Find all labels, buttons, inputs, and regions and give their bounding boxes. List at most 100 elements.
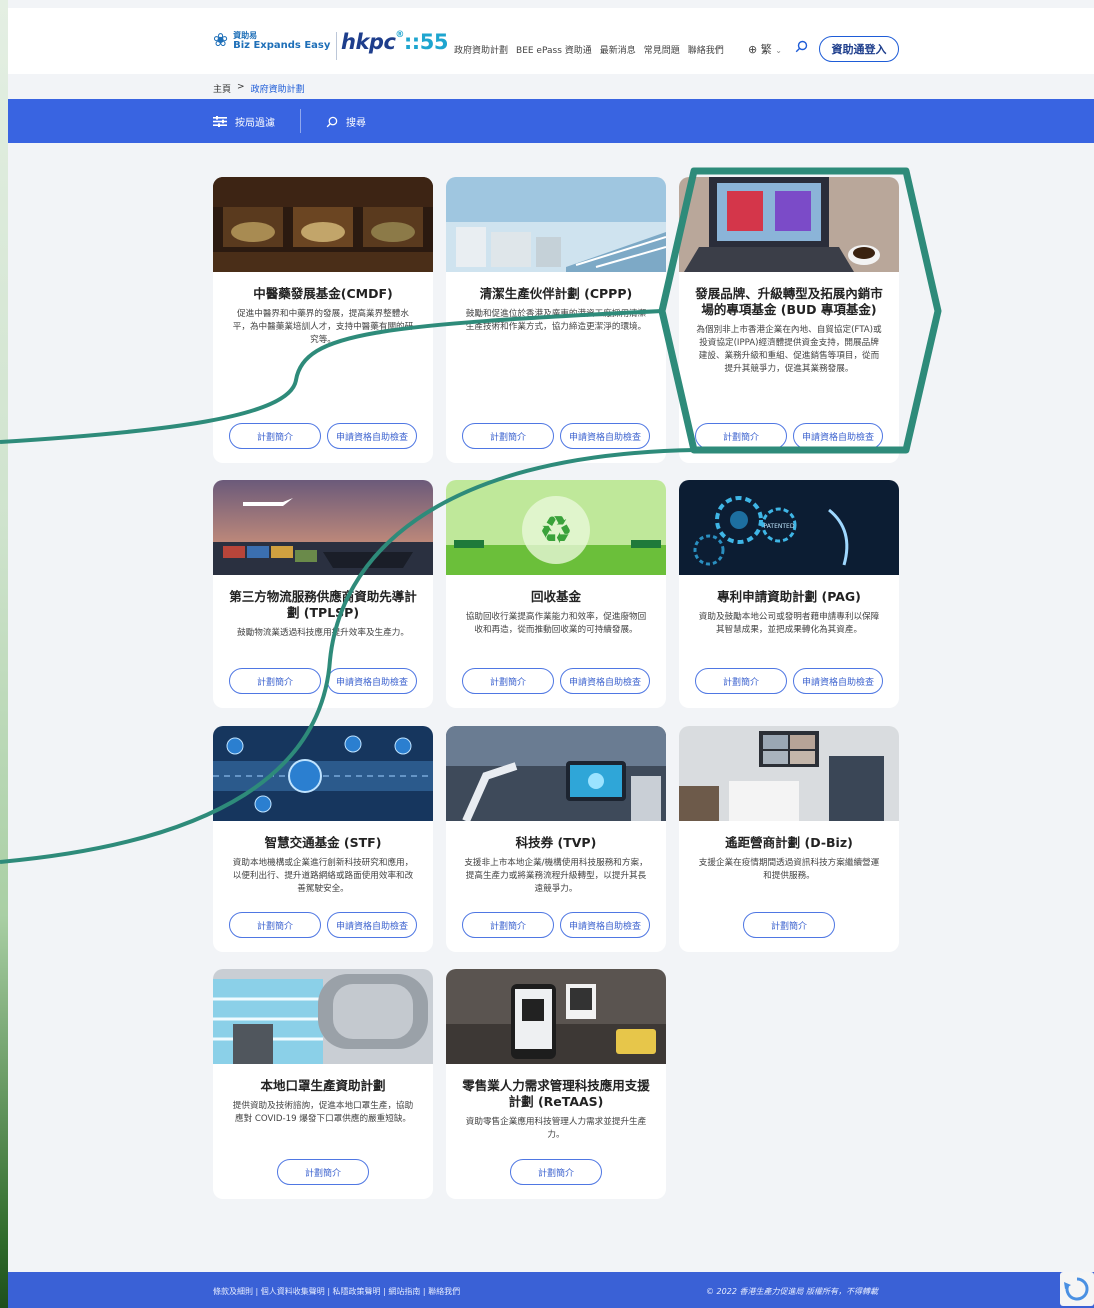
scheme-description: 支援非上市本地企業/機構使用科技服務和方案，提高生產力或將業務流程升級轉型，以提… <box>464 858 648 894</box>
breadcrumb-separator: > <box>237 82 245 92</box>
scheme-title: 中醫藥發展基金(CMDF) <box>253 286 393 301</box>
scheme-intro-button[interactable]: 計劃簡介 <box>510 1159 602 1185</box>
scheme-intro-button[interactable]: 計劃簡介 <box>462 912 554 938</box>
footer-copyright: © 2022 香港生產力促進局 版權所有，不得轉載 <box>706 1287 878 1296</box>
scheme-image-clean-factory <box>446 177 666 272</box>
recaptcha-badge[interactable] <box>1060 1272 1094 1306</box>
scheme-card-stf: 智慧交通基金 (STF) 資助本地機構或企業進行創新科技研究和應用，以便利出行、… <box>213 726 433 952</box>
nav-item-news[interactable]: 最新消息 <box>600 43 636 56</box>
breadcrumb-home[interactable]: 主頁 <box>213 82 231 95</box>
scheme-title: 遙距營商計劃 (D-Biz) <box>725 835 853 850</box>
scheme-card-bud: 發展品牌、升級轉型及拓展內銷市場的專項基金 (BUD 專項基金) 為個別非上市香… <box>679 177 899 463</box>
main-nav: 政府資助計劃 BEE ePass 資助通 最新消息 常見問題 聯絡我們 <box>454 43 724 56</box>
filter-label: 按局過濾 <box>235 118 275 129</box>
filter-bar: 按局過濾 搜尋 <box>8 99 1094 143</box>
globe-icon: ⊕ <box>748 43 758 56</box>
scheme-image-patent: PATENTED <box>679 480 899 575</box>
scheme-card-retaas: 零售業人力需求管理科技應用支援計劃 (ReTAAS) 資助零售企業應用科技管理人… <box>446 969 666 1199</box>
eligibility-check-button[interactable]: 申請資格自助檢查 <box>327 912 417 938</box>
scheme-intro-button[interactable]: 計劃簡介 <box>462 668 554 694</box>
scheme-intro-button[interactable]: 計劃簡介 <box>277 1159 369 1185</box>
login-button[interactable]: 資助通登入 <box>819 36 899 62</box>
scheme-description: 支援企業在疫情期間透過資訊科技方案繼續營運和提供服務。 <box>698 858 880 881</box>
scheme-card-pag: PATENTED 專利申請資助計劃 (PAG) 資助及鼓勵本地公司或發明者藉申請… <box>679 480 899 708</box>
scheme-intro-button[interactable]: 計劃簡介 <box>229 912 321 938</box>
nav-item-contact[interactable]: 聯絡我們 <box>688 43 724 56</box>
logo-chinese-label: 資助易 <box>233 30 258 40</box>
nav-item-funding-schemes[interactable]: 政府資助計劃 <box>454 43 508 56</box>
scheme-title: 專利申請資助計劃 (PAG) <box>717 589 861 604</box>
scheme-title: 第三方物流服務供應商資助先導計劃 (TPLSP) <box>229 589 417 620</box>
scheme-intro-button[interactable]: 計劃簡介 <box>695 423 787 449</box>
scheme-description: 鼓勵和促進位於香港及廣東的港資工廠採用清潔生產技術和作業方式，協力締造更潔淨的環… <box>465 309 647 332</box>
scheme-title: 回收基金 <box>530 589 581 604</box>
filter-sliders-icon <box>213 116 227 127</box>
scheme-image-smart-traffic <box>213 726 433 821</box>
language-label: 繁 <box>760 43 772 56</box>
scheme-description: 資助零售企業應用科技管理人力需求並提升生產力。 <box>465 1117 647 1140</box>
scheme-description: 為個別非上市香港企業在內地、自貿協定(FTA)或投資協定(IPPA)經濟體提供資… <box>696 325 882 374</box>
nav-item-bee-epass[interactable]: BEE ePass 資助通 <box>516 43 592 56</box>
scheme-image-chinese-herbs <box>213 177 433 272</box>
scheme-image-retail-payment <box>446 969 666 1064</box>
eligibility-check-button[interactable]: 申請資格自助檢查 <box>560 423 650 449</box>
scheme-description: 提供資助及技術諮詢，促進本地口罩生產，協助應對 COVID-19 爆發下口罩供應… <box>232 1101 414 1124</box>
chevron-down-icon: ⌄ <box>775 46 782 55</box>
scheme-description: 資助及鼓勵本地公司或發明者藉申請專利以保障其智慧成果，並把成果轉化為其資產。 <box>698 612 880 635</box>
nav-item-faq[interactable]: 常見問題 <box>644 43 680 56</box>
search-icon <box>326 116 338 127</box>
logo-divider <box>336 32 337 60</box>
leaf-logo-icon: ❀ <box>213 30 229 51</box>
biz-expands-easy-logo[interactable]: ❀ 資助易 Biz Expands Easy <box>213 30 330 51</box>
eligibility-check-button[interactable]: 申請資格自助檢查 <box>560 912 650 938</box>
scheme-image-remote-business <box>679 726 899 821</box>
eligibility-check-button[interactable]: 申請資格自助檢查 <box>793 423 883 449</box>
scheme-card-tvp: 科技券 (TVP) 支援非上市本地企業/機構使用科技服務和方案，提高生產力或將業… <box>446 726 666 952</box>
svg-text:♻: ♻ <box>539 508 573 552</box>
scheme-image-recycling: ♻ <box>446 480 666 575</box>
scheme-intro-button[interactable]: 計劃簡介 <box>229 423 321 449</box>
filter-divider <box>300 109 301 133</box>
scheme-image-logistics <box>213 480 433 575</box>
scheme-intro-button[interactable]: 計劃簡介 <box>462 423 554 449</box>
scheme-image-laptop-ecommerce <box>679 177 899 272</box>
hkpc-logo[interactable]: hkpc®::55 <box>341 30 448 54</box>
site-footer: 條款及細則 | 個人資料收集聲明 | 私隱政策聲明 | 網站指南 | 聯絡我們 … <box>8 1272 1094 1308</box>
scheme-description: 鼓勵物流業透過科技應用提升效率及生產力。 <box>237 628 409 638</box>
scheme-card-cmdf: 中醫藥發展基金(CMDF) 促進中醫界和中藥界的發展，提高業界整體水平，為中醫藥… <box>213 177 433 463</box>
breadcrumb-current: 政府資助計劃 <box>250 85 305 95</box>
scheme-intro-button[interactable]: 計劃簡介 <box>229 668 321 694</box>
scheme-title: 科技券 (TVP) <box>515 835 597 850</box>
filter-search-button[interactable]: 搜尋 <box>326 114 366 129</box>
eligibility-check-button[interactable]: 申請資格自助檢查 <box>793 668 883 694</box>
eligibility-check-button[interactable]: 申請資格自助檢查 <box>560 668 650 694</box>
page: ❀ 資助易 Biz Expands Easy hkpc®::55 政府資助計劃 … <box>8 0 1094 1308</box>
scheme-title: 零售業人力需求管理科技應用支援計劃 (ReTAAS) <box>462 1078 650 1109</box>
scheme-intro-button[interactable]: 計劃簡介 <box>743 912 835 938</box>
scheme-title: 發展品牌、升級轉型及拓展內銷市場的專項基金 (BUD 專項基金) <box>695 286 883 317</box>
scheme-image-mask-production <box>213 969 433 1064</box>
scheme-card-tplsp: 第三方物流服務供應商資助先導計劃 (TPLSP) 鼓勵物流業透過科技應用提升效率… <box>213 480 433 708</box>
filter-by-bureau-button[interactable]: 按局過濾 <box>213 114 275 129</box>
eligibility-check-button[interactable]: 申請資格自助檢查 <box>327 668 417 694</box>
search-label: 搜尋 <box>346 118 366 129</box>
scheme-description: 協助回收行業提高作業能力和效率，促進廢物回收和再造，從而推動回收業的可持續發展。 <box>465 612 647 635</box>
scheme-title: 智慧交通基金 (STF) <box>264 835 382 850</box>
scheme-image-technology <box>446 726 666 821</box>
logo-english-label: Biz Expands Easy <box>233 39 331 51</box>
site-header: ❀ 資助易 Biz Expands Easy hkpc®::55 政府資助計劃 … <box>8 8 1094 74</box>
eligibility-check-button[interactable]: 申請資格自助檢查 <box>327 423 417 449</box>
scheme-title: 清潔生產伙伴計劃 (CPPP) <box>479 286 633 301</box>
search-icon[interactable] <box>795 40 808 56</box>
scheme-description: 資助本地機構或企業進行創新科技研究和應用，以便利出行、提升道路網絡或路面使用效率… <box>232 858 414 894</box>
scheme-title: 本地口罩生產資助計劃 <box>260 1078 386 1093</box>
left-background-strip <box>0 0 8 1308</box>
breadcrumb: 主頁 > 政府資助計劃 <box>213 82 305 95</box>
scheme-card-cppp: 清潔生產伙伴計劃 (CPPP) 鼓勵和促進位於香港及廣東的港資工廠採用清潔生產技… <box>446 177 666 463</box>
language-selector[interactable]: ⊕ 繁 ⌄ <box>748 41 782 57</box>
footer-links[interactable]: 條款及細則 | 個人資料收集聲明 | 私隱政策聲明 | 網站指南 | 聯絡我們 <box>213 1286 460 1297</box>
scheme-intro-button[interactable]: 計劃簡介 <box>695 668 787 694</box>
svg-text:PATENTED: PATENTED <box>764 523 795 530</box>
scheme-description: 促進中醫界和中藥界的發展，提高業界整體水平，為中醫藥業培訓人才，支持中醫藥有關的… <box>232 309 414 345</box>
scheme-card-dbiz: 遙距營商計劃 (D-Biz) 支援企業在疫情期間透過資訊科技方案繼續營運和提供服… <box>679 726 899 952</box>
